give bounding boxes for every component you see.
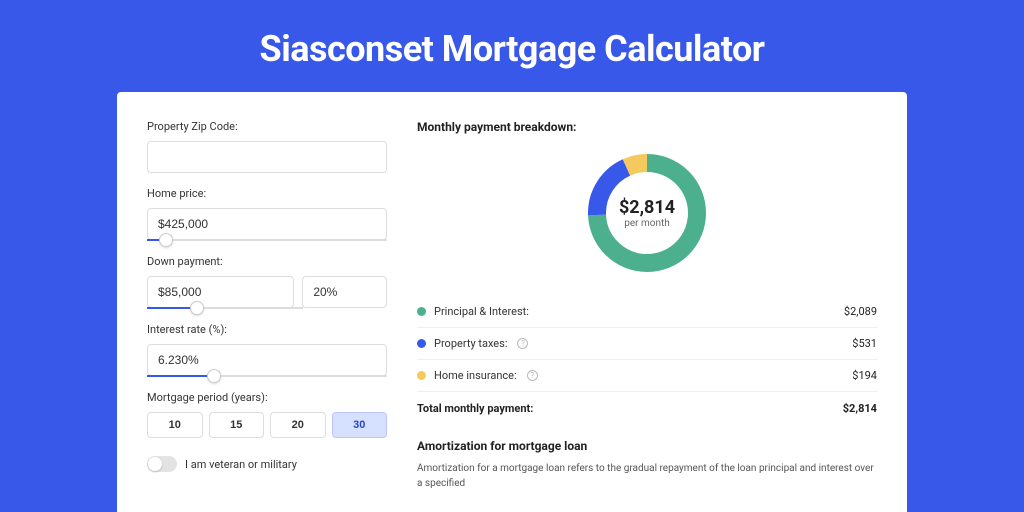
legend-dot	[417, 307, 426, 316]
calculator-card: Property Zip Code: Home price: Down paym…	[117, 92, 907, 512]
total-value: $2,814	[843, 402, 877, 415]
zip-label: Property Zip Code:	[147, 120, 387, 133]
legend-label: Home insurance:	[434, 369, 517, 382]
amortization-title: Amortization for mortgage loan	[417, 439, 877, 453]
help-icon[interactable]: ?	[517, 338, 528, 349]
total-row: Total monthly payment: $2,814	[417, 391, 877, 429]
legend-row: Property taxes:? $531	[417, 327, 877, 359]
slider-thumb[interactable]	[159, 233, 173, 247]
legend-label: Principal & Interest:	[434, 305, 529, 318]
legend-dot	[417, 339, 426, 348]
legend-value: $194	[852, 369, 877, 382]
period-button-group: 10152030	[147, 412, 387, 438]
slider-thumb[interactable]	[207, 369, 221, 383]
payment-donut-chart: $2,814 per month	[582, 148, 712, 278]
legend-value: $531	[852, 337, 877, 350]
veteran-label: I am veteran or military	[185, 458, 297, 471]
interest-label: Interest rate (%):	[147, 323, 387, 336]
amortization-text: Amortization for a mortgage loan refers …	[417, 461, 877, 491]
legend-dot	[417, 371, 426, 380]
home-price-field-group: Home price:	[147, 187, 387, 241]
down-payment-percent-input[interactable]	[302, 276, 387, 308]
legend-value: $2,089	[844, 305, 877, 318]
donut-center: $2,814 per month	[582, 148, 712, 278]
donut-sub: per month	[624, 218, 670, 229]
period-button-15[interactable]: 15	[209, 412, 265, 438]
period-button-30[interactable]: 30	[332, 412, 388, 438]
home-price-input[interactable]	[147, 208, 387, 240]
breakdown-title: Monthly payment breakdown:	[417, 120, 877, 134]
period-button-20[interactable]: 20	[270, 412, 326, 438]
page-title: Siasconset Mortgage Calculator	[0, 0, 1024, 92]
zip-input[interactable]	[147, 141, 387, 173]
period-field-group: Mortgage period (years): 10152030	[147, 391, 387, 438]
donut-wrap: $2,814 per month	[417, 148, 877, 278]
slider-thumb[interactable]	[190, 301, 204, 315]
interest-input[interactable]	[147, 344, 387, 376]
total-label: Total monthly payment:	[417, 402, 533, 415]
interest-field-group: Interest rate (%):	[147, 323, 387, 377]
legend-label: Property taxes:	[434, 337, 507, 350]
home-price-label: Home price:	[147, 187, 387, 200]
down-payment-label: Down payment:	[147, 255, 387, 268]
slider-fill	[147, 375, 214, 377]
home-price-slider[interactable]	[147, 239, 387, 241]
zip-field-group: Property Zip Code:	[147, 120, 387, 173]
down-payment-amount-input[interactable]	[147, 276, 294, 308]
legend-row: Principal & Interest: $2,089	[417, 296, 877, 327]
period-button-10[interactable]: 10	[147, 412, 203, 438]
period-label: Mortgage period (years):	[147, 391, 387, 404]
veteran-toggle[interactable]	[147, 456, 177, 472]
legend: Principal & Interest: $2,089 Property taxe…	[417, 296, 877, 391]
breakdown-column: Monthly payment breakdown: $2,814 per mo…	[417, 120, 877, 512]
down-payment-slider[interactable]	[147, 307, 303, 309]
veteran-toggle-row: I am veteran or military	[147, 456, 387, 472]
legend-row: Home insurance:? $194	[417, 359, 877, 391]
interest-slider[interactable]	[147, 375, 387, 377]
form-column: Property Zip Code: Home price: Down paym…	[147, 120, 387, 512]
help-icon[interactable]: ?	[527, 370, 538, 381]
down-payment-field-group: Down payment:	[147, 255, 387, 309]
donut-amount: $2,814	[619, 197, 675, 218]
